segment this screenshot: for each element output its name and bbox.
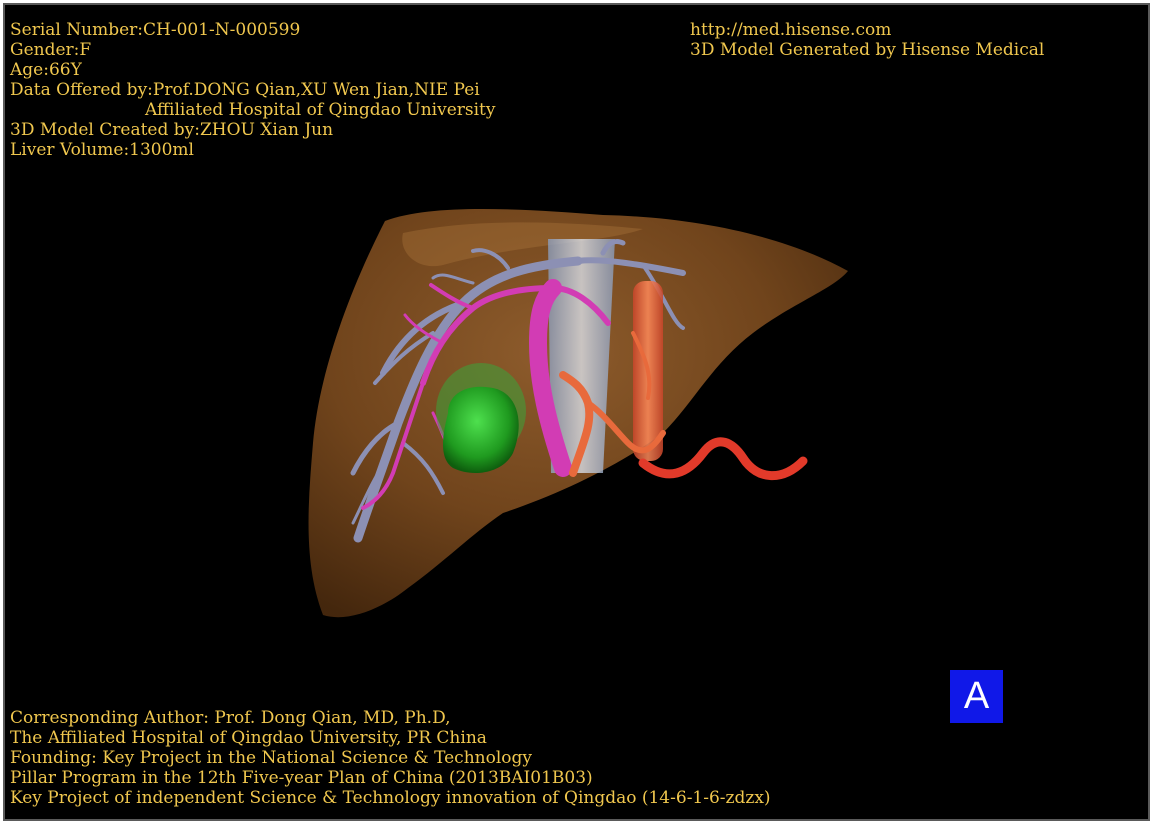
- model-created-by: 3D Model Created by:ZHOU Xian Jun: [10, 120, 334, 140]
- website-url: http://med.hisense.com: [690, 20, 892, 40]
- patient-info: Serial Number:CH-001-N-000599 Gender:F A…: [10, 20, 495, 160]
- generator-info: http://med.hisense.com 3D Model Generate…: [690, 20, 1044, 60]
- data-offered-by: Data Offered by:Prof.DONG Qian,XU Wen Ji…: [10, 80, 480, 100]
- hospital-name: Affiliated Hospital of Qingdao Universit…: [145, 100, 496, 120]
- view-label-a: A: [950, 670, 1003, 723]
- viewer-canvas[interactable]: Serial Number:CH-001-N-000599 Gender:F A…: [3, 3, 1150, 821]
- funding-line-1: Founding: Key Project in the National Sc…: [10, 748, 532, 768]
- funding-line-3: Key Project of independent Science & Tec…: [10, 788, 771, 808]
- footer-credits: Corresponding Author: Prof. Dong Qian, M…: [10, 708, 771, 808]
- serial-number: Serial Number:CH-001-N-000599: [10, 20, 301, 40]
- gender: Gender:F: [10, 40, 92, 60]
- generator-credit: 3D Model Generated by Hisense Medical: [690, 40, 1045, 60]
- liver-volume: Liver Volume:1300ml: [10, 140, 194, 160]
- corresponding-author: Corresponding Author: Prof. Dong Qian, M…: [10, 708, 451, 728]
- affiliation: The Affiliated Hospital of Qingdao Unive…: [10, 728, 487, 748]
- age: Age:66Y: [10, 60, 82, 80]
- funding-line-2: Pillar Program in the 12th Five-year Pla…: [10, 768, 593, 788]
